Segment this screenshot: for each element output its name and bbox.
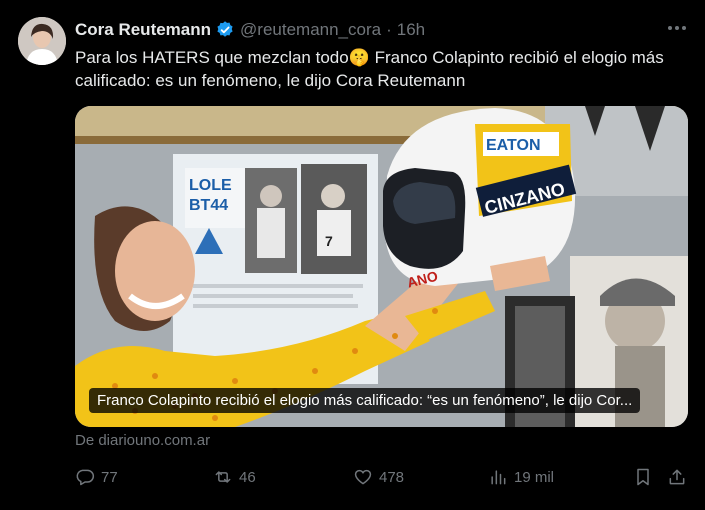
link-card-image[interactable]: LOLE BT44 7 EATON CINZANO ANO Franco Col… (75, 106, 688, 427)
author-handle[interactable]: @reutemann_cora (240, 20, 381, 40)
helmet-text-eaton: EATON (486, 137, 541, 154)
share-icon (669, 469, 685, 485)
poster-text-bt44: BT44 (189, 197, 228, 214)
reply-count: 77 (101, 468, 118, 486)
tweet[interactable]: Cora Reutemann @reutemann_cora · 16h Par… (0, 0, 705, 510)
link-source[interactable]: De diariouno.com.ar (75, 432, 210, 449)
reply-button[interactable]: 77 (75, 462, 118, 492)
views-chart-icon (491, 470, 506, 485)
repost-button[interactable]: 46 (213, 462, 256, 492)
avatar[interactable] (18, 17, 66, 65)
like-button[interactable]: 478 (353, 462, 404, 492)
tweet-header: Cora Reutemann @reutemann_cora · 16h (75, 18, 685, 42)
author-name[interactable]: Cora Reutemann (75, 20, 211, 40)
photo-number: 7 (325, 233, 333, 249)
reply-icon (76, 469, 95, 486)
tweet-time[interactable]: 16h (397, 20, 425, 40)
media-photo: LOLE BT44 7 EATON CINZANO ANO (75, 106, 688, 427)
poster-text-lole: LOLE (189, 177, 232, 194)
link-card-caption: Franco Colapinto recibió el elogio más c… (89, 388, 641, 413)
bookmark-icon (637, 468, 649, 486)
tweet-actions: 77 46 478 19 mil (75, 462, 690, 492)
repost-count: 46 (239, 468, 256, 486)
like-count: 478 (379, 468, 405, 486)
more-options-icon[interactable] (665, 16, 689, 40)
tweet-text: Para los HATERS que mezclan todo🤫 Franco… (75, 48, 664, 90)
share-button[interactable] (667, 462, 693, 492)
heart-icon (354, 469, 372, 485)
views-button[interactable]: 19 mil (488, 462, 554, 492)
repost-icon (215, 471, 231, 483)
separator-dot: · (386, 20, 392, 39)
views-count: 19 mil (514, 468, 555, 486)
bookmark-button[interactable] (633, 462, 659, 492)
verified-badge-icon (215, 20, 235, 40)
